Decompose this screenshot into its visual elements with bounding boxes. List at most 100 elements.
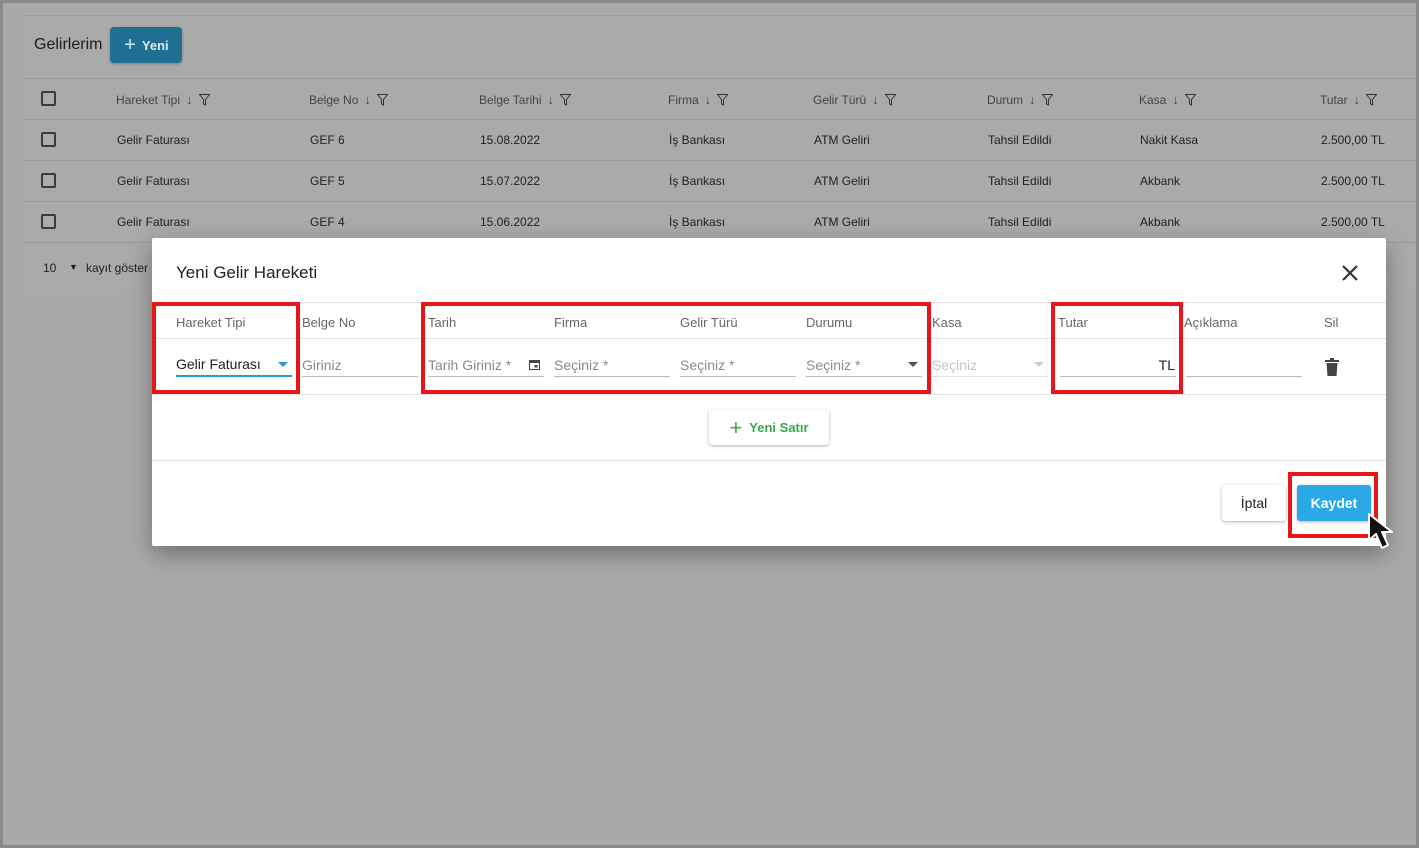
column-header[interactable]: Hareket Tipi ↓ xyxy=(116,92,210,107)
filter-icon[interactable] xyxy=(1184,93,1196,106)
sort-down-icon[interactable]: ↓ xyxy=(1354,92,1361,107)
save-button[interactable]: Kaydet xyxy=(1297,485,1371,521)
calendar-icon[interactable] xyxy=(529,359,540,370)
column-header-label: Firma xyxy=(668,92,699,107)
table-cell: GEF 5 xyxy=(310,174,345,188)
dropdown-caret-icon xyxy=(278,362,288,367)
select-all-checkbox[interactable] xyxy=(41,91,56,106)
new-button[interactable]: + Yeni xyxy=(110,27,183,63)
table-cell: 2.500,00 TL xyxy=(1321,174,1385,188)
col-hareket-tipi: Hareket Tipi xyxy=(176,315,246,330)
plus-icon: + xyxy=(124,33,136,56)
list-header: Gelirlerim + Yeni xyxy=(34,27,183,63)
table-cell: Akbank xyxy=(1140,174,1181,188)
col-aciklama: Açıklama xyxy=(1184,315,1238,330)
table-cell: 2.500,00 TL xyxy=(1321,133,1385,147)
row-checkbox[interactable] xyxy=(41,132,56,147)
row-checkbox[interactable] xyxy=(41,173,56,188)
tarih-input[interactable]: Tarih Giriniz * xyxy=(428,353,544,377)
chevron-down-icon[interactable]: ▼ xyxy=(69,262,78,272)
add-row-button[interactable]: + Yeni Satır xyxy=(709,410,829,445)
gelir-turu-placeholder: Seçiniz * xyxy=(680,356,735,373)
aciklama-input[interactable] xyxy=(1186,353,1302,377)
durumu-select[interactable]: Seçiniz * xyxy=(806,353,922,377)
filter-icon[interactable] xyxy=(884,93,896,106)
table-cell: Tahsil Edildi xyxy=(988,215,1052,229)
sort-down-icon[interactable]: ↓ xyxy=(547,92,554,107)
entry-grid-header: Hareket Tipi Belge No Tarih Firma Gelir … xyxy=(152,302,1386,339)
filter-icon[interactable] xyxy=(376,93,388,106)
table-cell: Gelir Faturası xyxy=(117,133,190,147)
sort-down-icon[interactable]: ↓ xyxy=(705,92,712,107)
column-header[interactable]: Gelir Türü ↓ xyxy=(813,92,896,107)
filter-icon[interactable] xyxy=(1041,93,1053,106)
column-header-label: Belge Tarihi xyxy=(479,92,542,107)
belge-no-placeholder: Giriniz xyxy=(302,356,342,373)
sort-down-icon[interactable]: ↓ xyxy=(364,92,371,107)
col-sil: Sil xyxy=(1324,315,1339,330)
table-cell: ATM Geliri xyxy=(814,215,870,229)
page-size-label: kayıt göster xyxy=(86,261,149,275)
filter-icon[interactable] xyxy=(717,93,729,106)
column-header[interactable]: Belge Tarihi ↓ xyxy=(479,92,571,107)
dialog-title: Yeni Gelir Hareketi xyxy=(176,263,318,282)
column-header[interactable]: Belge No ↓ xyxy=(309,92,388,107)
column-header-label: Tutar xyxy=(1320,92,1348,107)
column-header[interactable]: Tutar ↓ xyxy=(1320,92,1378,107)
table-row[interactable]: Gelir Faturası GEF 5 15.07.2022 İş Bankası A… xyxy=(23,160,1419,201)
table-cell: Tahsil Edildi xyxy=(988,174,1052,188)
column-header-label: Gelir Türü xyxy=(813,92,867,107)
page-size-select[interactable]: 10 xyxy=(43,261,56,275)
firma-select[interactable]: Seçiniz * xyxy=(554,353,670,377)
add-row-label: Yeni Satır xyxy=(749,420,809,435)
table-cell: Akbank xyxy=(1140,215,1181,229)
sort-down-icon[interactable]: ↓ xyxy=(186,92,193,107)
table-row[interactable]: Gelir Faturası GEF 6 15.08.2022 İş Bankası A… xyxy=(23,119,1419,160)
col-belge-no: Belge No xyxy=(302,315,356,330)
income-table: Hareket Tipi ↓ Belge No ↓ Belge Tarihi ↓ Firma… xyxy=(23,78,1419,242)
col-durumu: Durumu xyxy=(806,315,853,330)
sort-down-icon[interactable]: ↓ xyxy=(1172,92,1179,107)
belge-no-input[interactable]: Giriniz xyxy=(302,353,418,377)
page-title: Gelirlerim xyxy=(34,36,103,53)
filter-icon[interactable] xyxy=(1366,93,1378,106)
sort-down-icon[interactable]: ↓ xyxy=(1029,92,1036,107)
close-icon[interactable] xyxy=(1340,263,1360,283)
plus-icon: + xyxy=(729,414,743,440)
sort-down-icon[interactable]: ↓ xyxy=(872,92,879,107)
column-header-label: Durum xyxy=(987,92,1024,107)
row-checkbox[interactable] xyxy=(41,214,56,229)
table-cell: 15.08.2022 xyxy=(480,133,541,147)
dropdown-caret-icon xyxy=(1034,362,1044,367)
table-cell: GEF 6 xyxy=(310,133,345,147)
firma-placeholder: Seçiniz * xyxy=(554,356,609,373)
new-income-dialog: Yeni Gelir Hareketi Hareket Tipi Belge N… xyxy=(152,238,1386,546)
column-header-label: Kasa xyxy=(1139,92,1167,107)
column-header-label: Belge No xyxy=(309,92,359,107)
column-header[interactable]: Durum ↓ xyxy=(987,92,1053,107)
tutar-input[interactable]: TL xyxy=(1060,353,1176,377)
trash-icon[interactable] xyxy=(1325,358,1339,376)
tutar-suffix: TL xyxy=(1158,356,1175,373)
gelir-turu-select[interactable]: Seçiniz * xyxy=(680,353,796,377)
filter-icon[interactable] xyxy=(198,93,210,106)
cancel-button[interactable]: İptal xyxy=(1222,485,1286,521)
table-cell: Nakit Kasa xyxy=(1140,133,1199,147)
new-button-label: Yeni xyxy=(141,37,169,53)
kasa-select[interactable]: Seçiniz xyxy=(932,353,1048,377)
table-cell: ATM Geliri xyxy=(814,174,870,188)
table-cell: 15.06.2022 xyxy=(480,215,541,229)
hareket-tipi-select[interactable]: Gelir Faturası xyxy=(176,353,292,377)
column-header[interactable]: Firma ↓ xyxy=(668,92,729,107)
entry-row: Gelir Faturası Giriniz Tarih Giriniz * S… xyxy=(152,339,1386,395)
durumu-placeholder: Seçiniz * xyxy=(806,356,861,373)
dropdown-caret-icon xyxy=(908,362,918,367)
col-firma: Firma xyxy=(554,315,588,330)
table-row[interactable]: Gelir Faturası GEF 4 15.06.2022 İş Bankası A… xyxy=(23,201,1419,242)
table-cell: İş Bankası xyxy=(669,133,726,147)
table-cell: Gelir Faturası xyxy=(117,174,190,188)
column-header[interactable]: Kasa ↓ xyxy=(1139,92,1196,107)
filter-icon[interactable] xyxy=(559,93,571,106)
table-cell: İş Bankası xyxy=(669,174,726,188)
table-cell: 15.07.2022 xyxy=(480,174,541,188)
